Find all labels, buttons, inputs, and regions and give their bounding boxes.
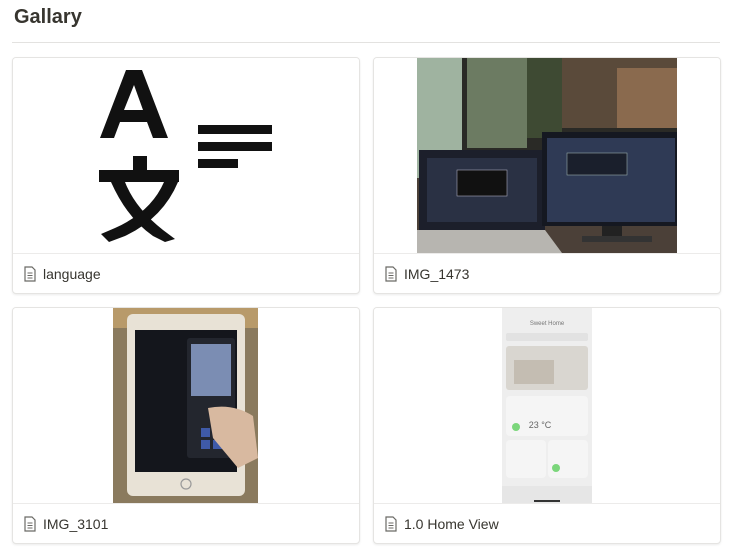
card-caption: IMG_3101 — [23, 514, 108, 534]
card-title: IMG_3101 — [43, 516, 109, 532]
page-title: Gallary — [14, 6, 82, 28]
page-icon — [385, 516, 397, 532]
desk-photo — [417, 58, 677, 253]
gallery-card-home-view[interactable]: Sweet Home 23 °C 1.0 Home View — [373, 307, 721, 544]
page-icon — [24, 266, 36, 282]
home-screen-title: Sweet Home — [530, 321, 565, 327]
card-title: 1.0 Home View — [404, 516, 499, 532]
home-screen-temperature: 23 °C — [529, 420, 552, 430]
card-cover — [374, 58, 720, 253]
card-divider — [374, 503, 720, 504]
card-divider — [13, 253, 359, 254]
card-caption: IMG_1473 — [384, 264, 469, 284]
card-cover — [13, 58, 359, 253]
card-title: IMG_1473 — [404, 266, 470, 282]
language-icon — [99, 70, 272, 242]
card-caption: language — [23, 264, 101, 284]
card-cover: Sweet Home 23 °C — [374, 308, 720, 503]
card-divider — [13, 503, 359, 504]
gallery-header: Gallary — [12, 0, 720, 43]
card-title: language — [43, 266, 101, 282]
card-caption: 1.0 Home View — [384, 514, 499, 534]
card-divider — [374, 253, 720, 254]
page-icon — [24, 516, 36, 532]
gallery-card-img-1473[interactable]: IMG_1473 — [373, 57, 721, 294]
gallery-card-img-3101[interactable]: IMG_3101 — [12, 307, 360, 544]
card-cover — [13, 308, 359, 503]
tablet-photo — [113, 308, 258, 503]
home-view-screenshot: Sweet Home 23 °C — [502, 308, 592, 503]
page-icon — [385, 266, 397, 282]
gallery-card-language[interactable]: language — [12, 57, 360, 294]
